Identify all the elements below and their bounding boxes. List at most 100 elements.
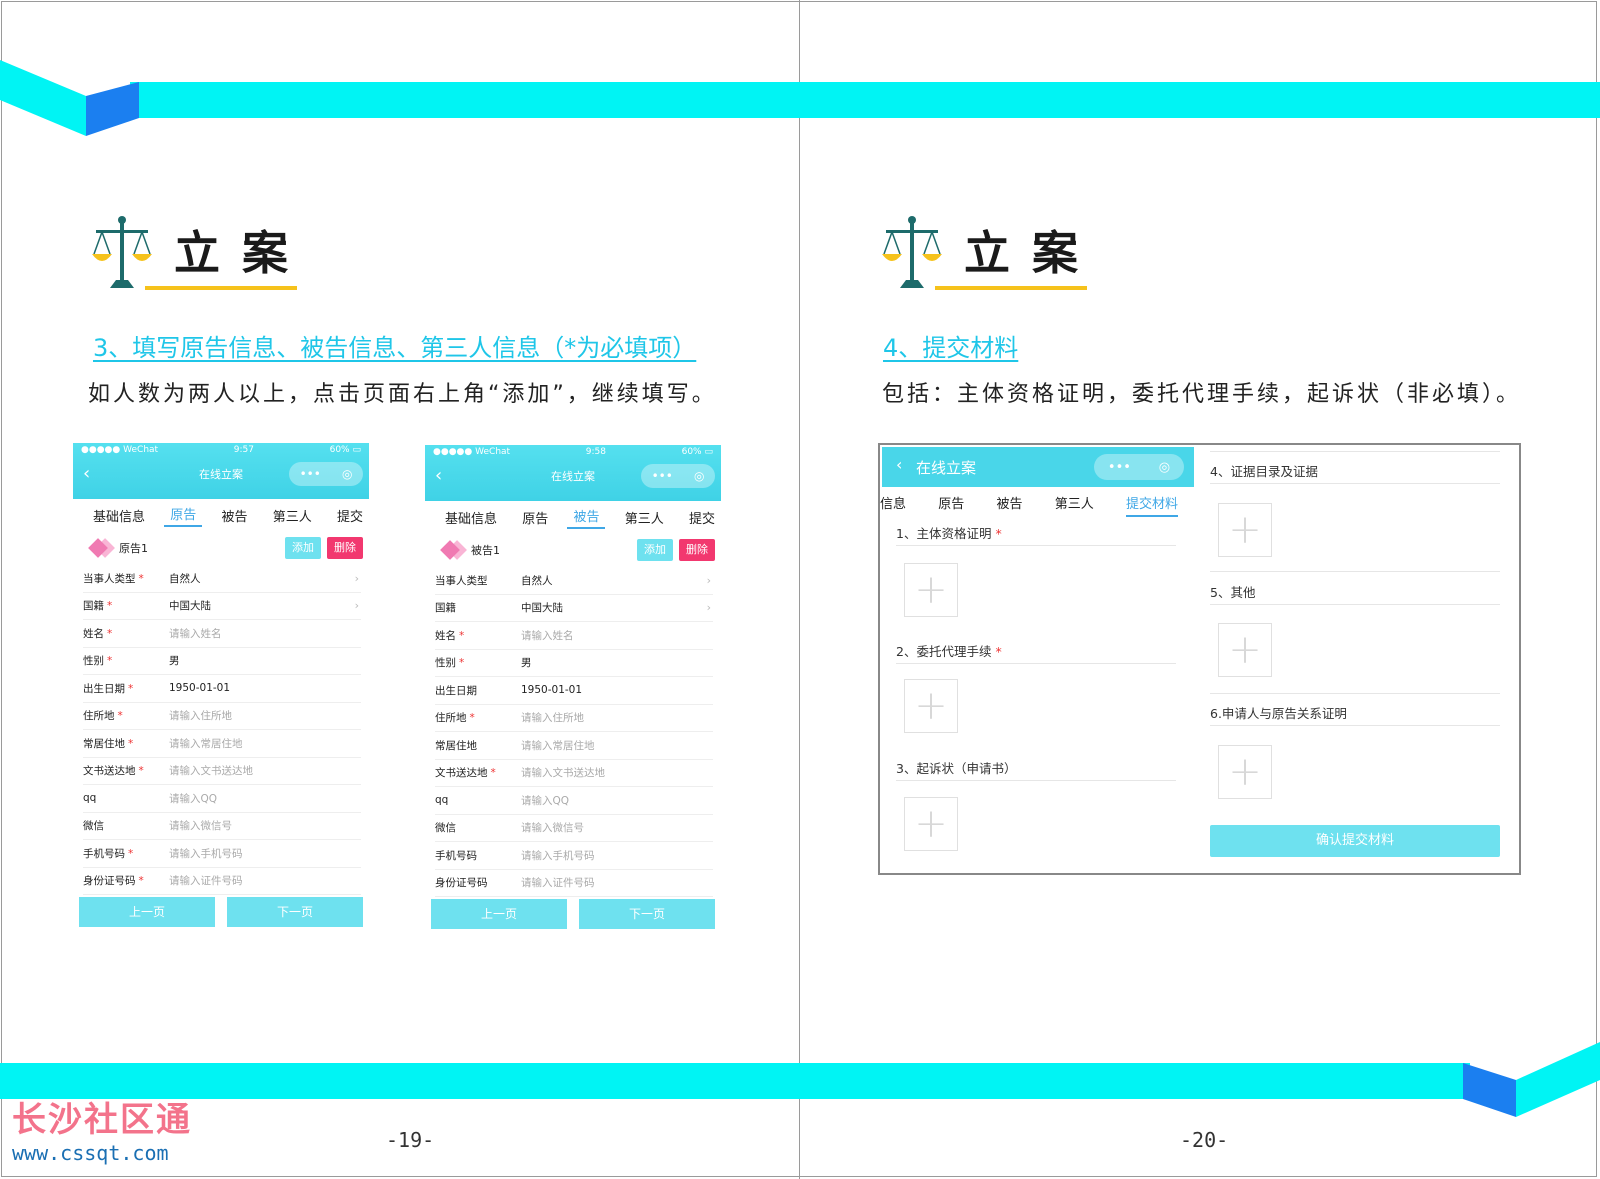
field-input[interactable]: 请输入微信号 [521, 820, 584, 835]
prev-page-button[interactable]: 上一页 [431, 899, 567, 929]
field-input[interactable]: 请输入QQ [521, 793, 569, 808]
field-value[interactable]: 中国大陆 [521, 600, 563, 615]
tab-third-party[interactable]: 第三人 [267, 506, 318, 525]
field-input[interactable]: 请输入手机号码 [169, 846, 243, 861]
field-input[interactable]: 请输入住所地 [521, 710, 584, 725]
upload-plus-icon[interactable]: + [1218, 745, 1272, 799]
form-row[interactable]: 身份证号码 请输入证件号码 [435, 870, 713, 897]
tab-defendant[interactable]: 被告 [215, 506, 253, 525]
field-value[interactable]: 中国大陆 [169, 598, 211, 613]
form-row[interactable]: 当事人类型 自然人 › [435, 567, 713, 595]
form-row[interactable]: 文书送达地 * 请输入文书送达地 [435, 760, 713, 787]
field-input[interactable]: 请输入常居住地 [521, 738, 595, 753]
upload-plus-icon[interactable]: + [904, 797, 958, 851]
add-button[interactable]: 添加 [637, 539, 673, 561]
tab-defendant[interactable]: 被告 [567, 506, 606, 529]
form-row[interactable]: 姓名 * 请输入姓名 [83, 620, 361, 648]
form-row[interactable]: 微信 请输入微信号 [435, 815, 713, 842]
close-target-icon[interactable]: ◎ [1159, 460, 1170, 475]
field-input[interactable]: 请输入手机号码 [521, 848, 595, 863]
form-row[interactable]: 姓名 * 请输入姓名 [435, 622, 713, 650]
form-row[interactable]: 性别 * 男 [83, 648, 361, 675]
more-dots-icon[interactable]: ••• [300, 467, 321, 481]
field-input[interactable]: 请输入QQ [169, 791, 217, 806]
next-page-button[interactable]: 下一页 [227, 897, 363, 927]
upload-plus-icon[interactable]: + [904, 563, 958, 617]
prev-page-button[interactable]: 上一页 [79, 897, 215, 927]
page-nav-buttons: 上一页 下一页 [431, 899, 715, 929]
field-input[interactable]: 请输入姓名 [521, 628, 574, 643]
chevron-right-icon: › [354, 599, 359, 613]
form-row[interactable]: 手机号码 请输入手机号码 [435, 842, 713, 870]
tab-submit[interactable]: 提交 [683, 508, 721, 527]
tab-defendant[interactable]: 被告 [996, 493, 1022, 517]
form-row[interactable]: 住所地 * 请输入住所地 [83, 703, 361, 730]
tab-submit-materials[interactable]: 提交材料 [1125, 493, 1178, 517]
field-value[interactable]: 自然人 [169, 571, 201, 586]
form-row[interactable]: qq 请输入QQ [83, 785, 361, 813]
field-value[interactable]: 男 [169, 653, 180, 668]
divider [1210, 571, 1500, 572]
tab-third-party[interactable]: 第三人 [1055, 493, 1094, 517]
form-row[interactable]: 国籍 * 中国大陆 › [83, 593, 361, 620]
form-row[interactable]: 性别 * 男 [435, 650, 713, 677]
field-input[interactable]: 请输入文书送达地 [521, 765, 605, 780]
form-row[interactable]: 常居住地 请输入常居住地 [435, 732, 713, 760]
tab-basic[interactable]: 基础信息 [439, 508, 503, 527]
tab-basic[interactable]: 基础信息 [87, 506, 151, 525]
section-subhead[interactable]: 4、提交材料 [883, 328, 1018, 363]
field-input[interactable]: 请输入文书送达地 [169, 763, 253, 778]
confirm-submit-button[interactable]: 确认提交材料 [1210, 825, 1500, 857]
tab-plaintiff[interactable]: 原告 [516, 508, 554, 527]
form-row[interactable]: 当事人类型 * 自然人 › [83, 565, 361, 593]
more-dots-icon[interactable]: ••• [652, 469, 673, 483]
delete-button[interactable]: 删除 [679, 539, 715, 561]
party-label: 原告1 [119, 542, 148, 555]
field-label: 国籍 [435, 602, 456, 615]
field-value[interactable]: 1950-01-01 [169, 682, 230, 694]
section-subhead[interactable]: 3、填写原告信息、被告信息、第三人信息（*为必填项） [93, 328, 696, 363]
tab-plaintiff[interactable]: 原告 [938, 493, 964, 517]
miniprogram-capsule[interactable]: ••• ◎ [641, 464, 715, 488]
form-row[interactable]: 住所地 * 请输入住所地 [435, 705, 713, 732]
more-dots-icon[interactable]: ••• [1108, 460, 1131, 475]
field-input[interactable]: 请输入证件号码 [169, 873, 243, 888]
form-tabs: 信息 原告 被告 第三人 提交材料 [880, 493, 1192, 517]
field-value[interactable]: 1950-01-01 [521, 684, 582, 696]
field-input[interactable]: 请输入微信号 [169, 818, 232, 833]
upload-plus-icon[interactable]: + [904, 679, 958, 733]
close-target-icon[interactable]: ◎ [694, 469, 704, 483]
required-asterisk: * [138, 765, 144, 778]
field-label: 出生日期 [435, 684, 477, 697]
form-row[interactable]: 国籍 中国大陆 › [435, 595, 713, 622]
tab-basic[interactable]: 信息 [880, 493, 906, 517]
form-row[interactable]: 常居住地 * 请输入常居住地 [83, 730, 361, 758]
add-button[interactable]: 添加 [285, 537, 321, 559]
tab-third-party[interactable]: 第三人 [619, 508, 670, 527]
close-target-icon[interactable]: ◎ [342, 467, 352, 481]
field-input[interactable]: 请输入证件号码 [521, 875, 595, 890]
tab-plaintiff[interactable]: 原告 [164, 504, 203, 527]
back-arrow-icon[interactable]: ‹ [896, 455, 902, 474]
upload-plus-icon[interactable]: + [1218, 623, 1272, 677]
form-row[interactable]: 微信 请输入微信号 [83, 813, 361, 840]
field-value[interactable]: 自然人 [521, 573, 553, 588]
form-fields: 当事人类型 自然人 › 国籍 中国大陆 › 姓名 * 请输入姓名 性别 * 男出生日期 1950-01-… [425, 567, 721, 897]
tab-submit[interactable]: 提交 [331, 506, 369, 525]
form-row[interactable]: 手机号码 * 请输入手机号码 [83, 840, 361, 868]
field-input[interactable]: 请输入常居住地 [169, 736, 243, 751]
form-row[interactable]: 出生日期 * 1950-01-01 [83, 675, 361, 703]
form-row[interactable]: 出生日期 1950-01-01 [435, 677, 713, 705]
miniprogram-capsule[interactable]: ••• ◎ [289, 462, 363, 486]
miniprogram-capsule[interactable]: ••• ◎ [1094, 454, 1184, 480]
form-row[interactable]: qq 请输入QQ [435, 787, 713, 815]
field-value[interactable]: 男 [521, 655, 532, 670]
phone-screenshot-defendant: ●●●●● WeChat 9:58 60% ▭ ‹ 在线立案 ••• ◎ 基础信息… [425, 445, 721, 935]
delete-button[interactable]: 删除 [327, 537, 363, 559]
upload-plus-icon[interactable]: + [1218, 503, 1272, 557]
field-input[interactable]: 请输入住所地 [169, 708, 232, 723]
form-row[interactable]: 文书送达地 * 请输入文书送达地 [83, 758, 361, 785]
form-row[interactable]: 身份证号码 * 请输入证件号码 [83, 868, 361, 895]
field-input[interactable]: 请输入姓名 [169, 626, 222, 641]
next-page-button[interactable]: 下一页 [579, 899, 715, 929]
